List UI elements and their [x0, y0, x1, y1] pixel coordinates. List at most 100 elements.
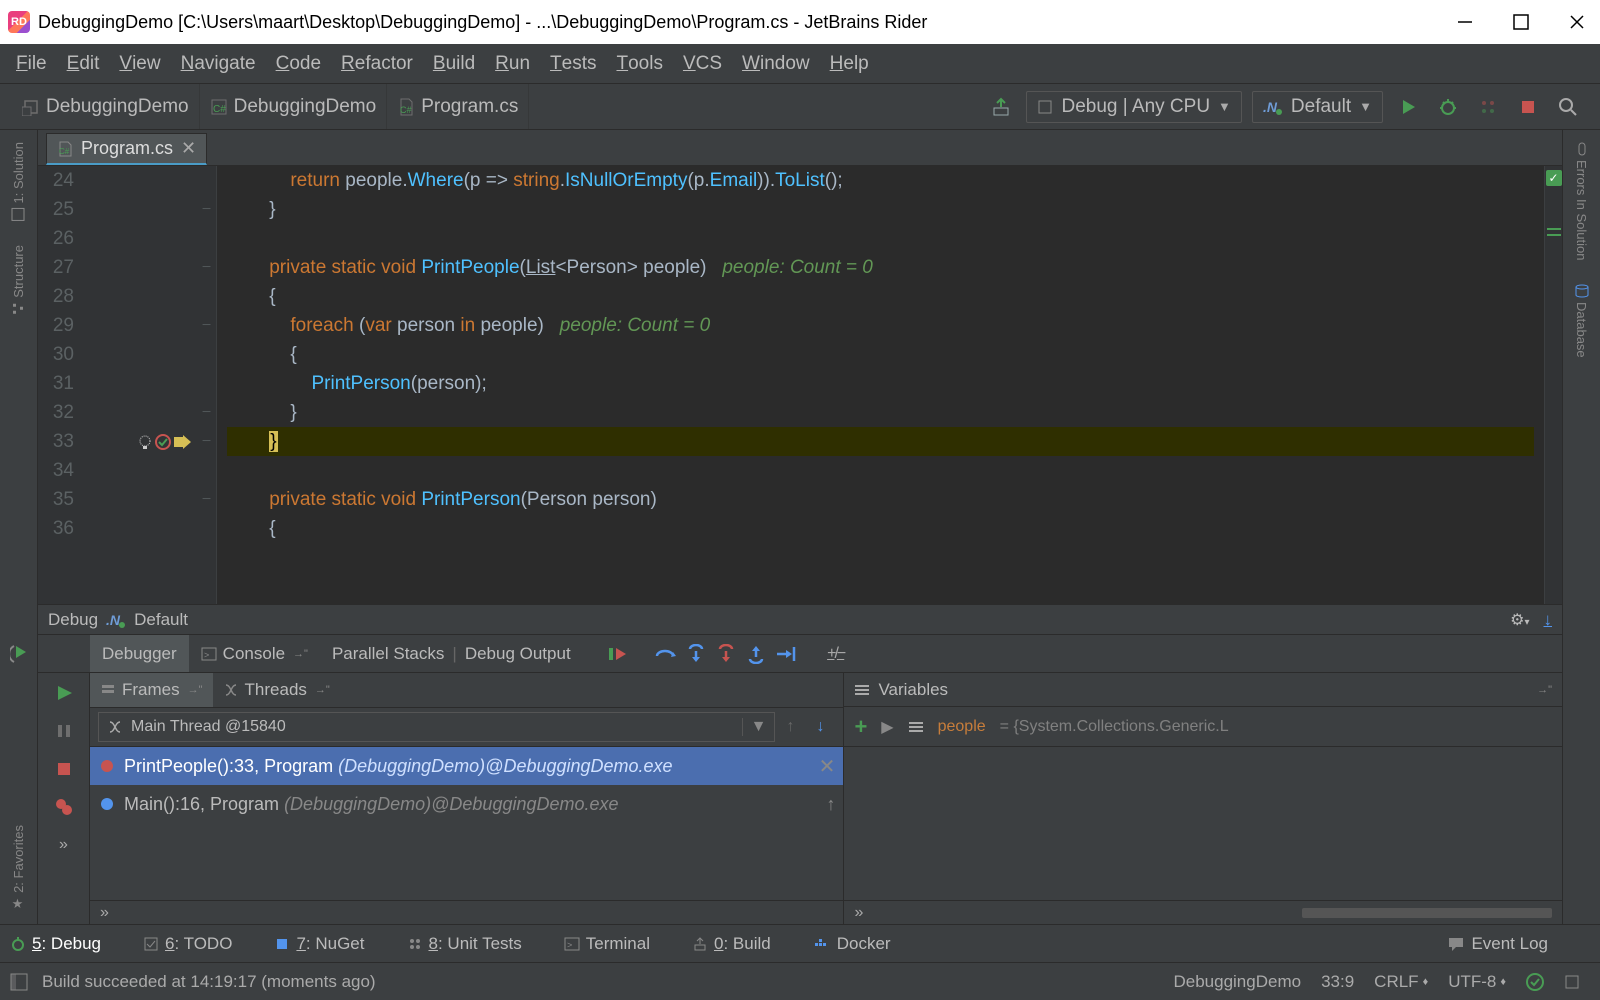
- code-content[interactable]: return people.Where(p => string.IsNullOr…: [217, 166, 1544, 604]
- menu-navigate[interactable]: Navigate: [171, 44, 266, 83]
- view-breakpoints-button[interactable]: [50, 793, 78, 821]
- breadcrumb-project[interactable]: C# DebuggingDemo: [200, 84, 388, 129]
- close-tab-icon[interactable]: ✕: [181, 138, 196, 159]
- stack-frame[interactable]: Main():16, Program (DebuggingDemo)@Debug…: [90, 785, 843, 823]
- build-config-dropdown[interactable]: Debug | Any CPU ▼: [1026, 91, 1241, 123]
- variables-view-icon[interactable]: [908, 720, 924, 734]
- structure-tool-button[interactable]: Structure: [11, 233, 26, 328]
- tool-build[interactable]: 0: Build: [692, 934, 771, 954]
- menu-window[interactable]: Window: [732, 44, 820, 83]
- tool-unittests[interactable]: 8: Unit Tests: [407, 934, 522, 954]
- variables-list[interactable]: [844, 747, 1562, 900]
- coverage-button[interactable]: [1474, 93, 1502, 121]
- status-message: Build succeeded at 14:19:17 (moments ago…: [42, 972, 376, 992]
- stack-frame[interactable]: PrintPeople():33, Program (DebuggingDemo…: [90, 747, 843, 785]
- dotnet-icon: .N: [1263, 99, 1283, 115]
- tool-debug[interactable]: 5: Debug: [10, 934, 101, 954]
- menu-run[interactable]: Run: [485, 44, 540, 83]
- console-icon: >_: [201, 646, 217, 662]
- line-ending-selector[interactable]: CRLF♦: [1374, 972, 1428, 992]
- evaluate-expression-button[interactable]: +/−: [821, 645, 851, 663]
- step-into-button[interactable]: [681, 644, 711, 664]
- up-frame-icon[interactable]: ↑: [826, 794, 835, 815]
- close-button[interactable]: [1568, 13, 1586, 31]
- menu-tools[interactable]: Tools: [606, 44, 672, 83]
- inspections-icon[interactable]: [1526, 973, 1544, 991]
- tool-todo[interactable]: 6: TODO: [143, 934, 232, 954]
- rerun-icon[interactable]: [10, 642, 34, 666]
- horizontal-scrollbar[interactable]: [1302, 908, 1552, 918]
- tool-nuget[interactable]: 7: NuGet: [274, 934, 364, 954]
- resume-button[interactable]: [603, 644, 633, 664]
- menu-file[interactable]: File: [6, 44, 57, 83]
- errors-tool-button[interactable]: Errors In Solution: [1574, 130, 1589, 272]
- run-button[interactable]: [1394, 93, 1422, 121]
- pause-program-button[interactable]: [50, 717, 78, 745]
- force-step-into-button[interactable]: [711, 644, 741, 664]
- step-over-button[interactable]: [651, 644, 681, 664]
- prev-frame-button[interactable]: ↑: [775, 718, 805, 736]
- menu-code[interactable]: Code: [266, 44, 331, 83]
- search-everywhere-button[interactable]: [1554, 93, 1582, 121]
- status-icon[interactable]: [10, 973, 28, 991]
- menu-build[interactable]: Build: [423, 44, 485, 83]
- stop-button[interactable]: [1514, 93, 1542, 121]
- run-to-cursor-button[interactable]: [771, 644, 801, 664]
- analysis-ok-icon: ✓: [1546, 170, 1562, 186]
- tab-console[interactable]: >_ Console→": [189, 635, 320, 672]
- menu-tests[interactable]: Tests: [540, 44, 606, 83]
- next-frame-button[interactable]: ↓: [805, 718, 835, 736]
- caret-position[interactable]: 33:9: [1321, 972, 1354, 992]
- editor-tab-program[interactable]: C# Program.cs ✕: [46, 133, 207, 165]
- debug-button[interactable]: [1434, 93, 1462, 121]
- breadcrumb-solution[interactable]: DebuggingDemo: [12, 84, 200, 129]
- code-editor[interactable]: 24252627282930313233343536 ────── return…: [38, 166, 1562, 604]
- tool-docker[interactable]: Docker: [813, 934, 891, 954]
- status-project[interactable]: DebuggingDemo: [1173, 972, 1301, 992]
- memory-indicator[interactable]: [1564, 974, 1580, 990]
- thread-dropdown[interactable]: Main Thread @15840 ▼: [98, 712, 775, 742]
- tab-parallel-stacks[interactable]: Parallel Stacks|Debug Output: [320, 635, 583, 672]
- bulb-icon[interactable]: [137, 434, 153, 450]
- frames-icon: [100, 682, 116, 698]
- chevron-down-icon: ▼: [742, 718, 767, 736]
- add-watch-button[interactable]: +: [854, 714, 867, 740]
- minimize-button[interactable]: [1456, 13, 1474, 31]
- maximize-button[interactable]: [1512, 13, 1530, 31]
- remove-frame-icon[interactable]: ✕: [819, 754, 836, 779]
- analysis-stripe[interactable]: ✓: [1544, 166, 1562, 604]
- frames-more[interactable]: »: [90, 900, 843, 924]
- run-config-dropdown[interactable]: .N Default ▼: [1252, 91, 1383, 123]
- menu-refactor[interactable]: Refactor: [331, 44, 423, 83]
- favorites-tool-button[interactable]: ★ 2: Favorites: [11, 813, 26, 924]
- stop-program-button[interactable]: [50, 755, 78, 783]
- tool-terminal[interactable]: >_ Terminal: [564, 934, 650, 954]
- menu-view[interactable]: View: [109, 44, 170, 83]
- more-button[interactable]: »: [50, 831, 78, 859]
- encoding-selector[interactable]: UTF-8♦: [1448, 972, 1506, 992]
- build-solution-button[interactable]: [987, 93, 1015, 121]
- pin-icon[interactable]: →": [1537, 684, 1552, 696]
- step-out-button[interactable]: [741, 644, 771, 664]
- dock-icon[interactable]: ↓: [1544, 610, 1553, 630]
- solution-tool-button[interactable]: 1: Solution: [11, 130, 26, 233]
- variable-name[interactable]: people: [938, 718, 986, 736]
- menu-vcs[interactable]: VCS: [673, 44, 732, 83]
- menu-help[interactable]: Help: [820, 44, 879, 83]
- event-log-button[interactable]: Event Log: [1447, 934, 1548, 954]
- breadcrumb-file[interactable]: C# Program.cs: [387, 84, 529, 129]
- settings-icon[interactable]: ⚙▾: [1510, 610, 1529, 630]
- subtab-threads[interactable]: Threads→": [213, 673, 340, 707]
- chevron-down-icon: ▼: [1359, 99, 1372, 114]
- breakpoint-hit-icon[interactable]: [155, 434, 171, 450]
- vars-more[interactable]: »: [854, 904, 863, 922]
- right-tool-strip: Errors In Solution Database: [1562, 130, 1600, 924]
- menu-edit[interactable]: Edit: [57, 44, 110, 83]
- subtab-frames[interactable]: Frames→": [90, 673, 213, 707]
- resume-program-button[interactable]: [50, 679, 78, 707]
- database-tool-button[interactable]: Database: [1574, 272, 1589, 370]
- frames-list[interactable]: PrintPeople():33, Program (DebuggingDemo…: [90, 747, 843, 900]
- breadcrumbs: DebuggingDemo C# DebuggingDemo C# Progra…: [12, 84, 529, 129]
- tab-debugger[interactable]: Debugger: [90, 635, 189, 672]
- expand-var-button[interactable]: ▶: [881, 717, 893, 737]
